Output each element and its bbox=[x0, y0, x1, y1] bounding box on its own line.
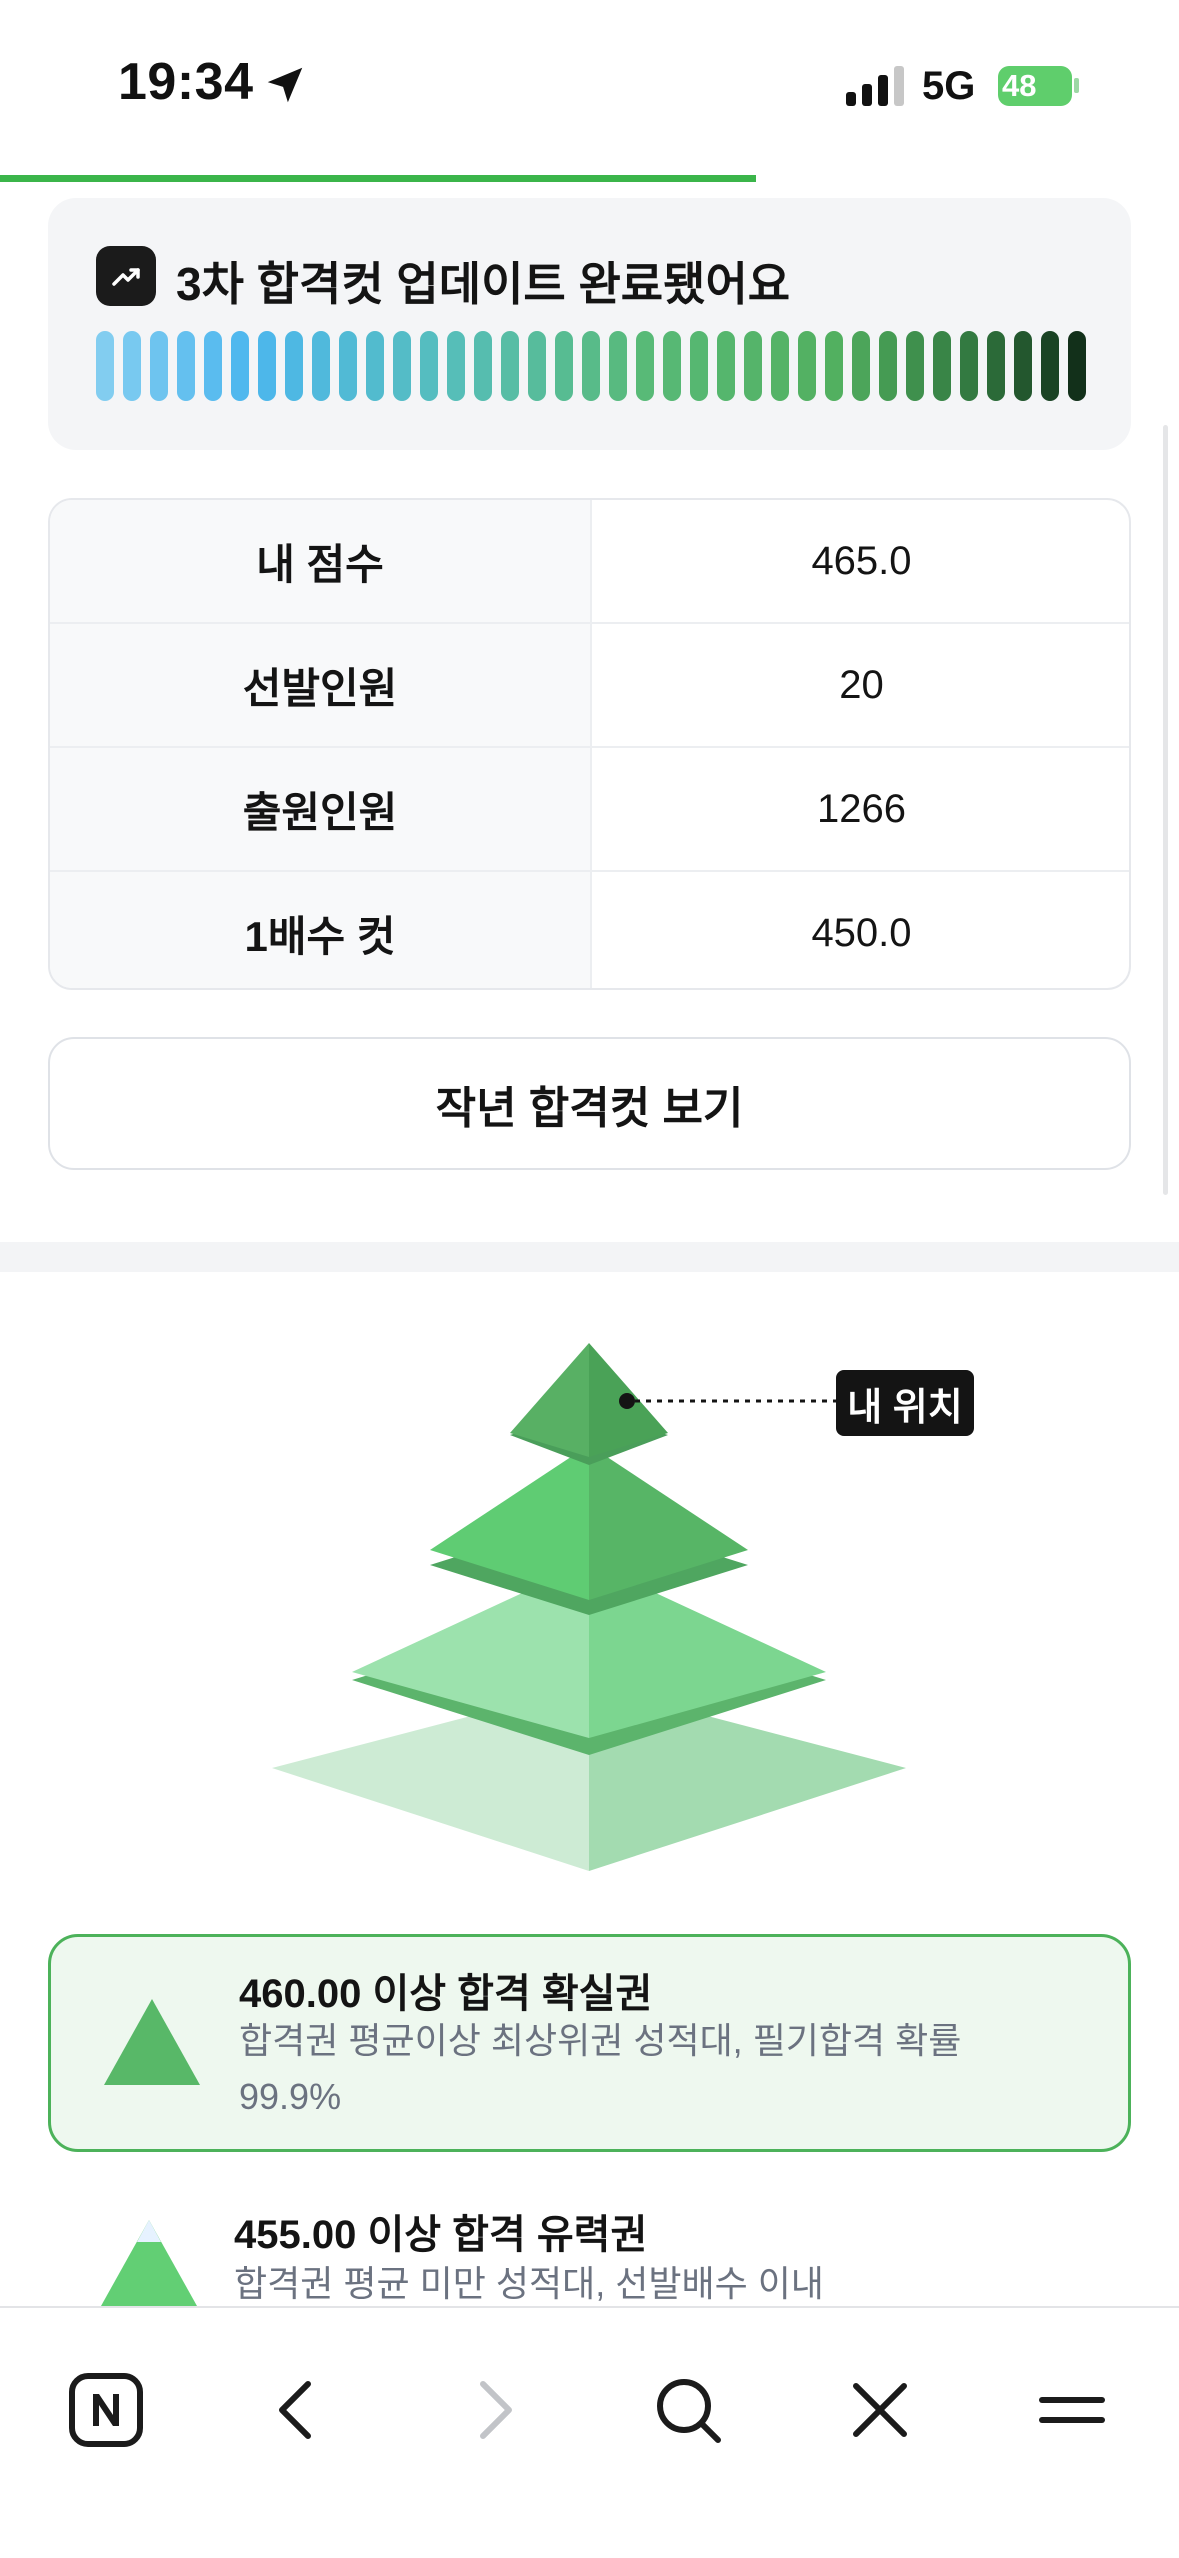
progress-bar-segment bbox=[528, 331, 546, 401]
location-arrow-icon bbox=[267, 67, 303, 103]
cellular-signal-icon bbox=[846, 66, 904, 106]
progress-bar-segment bbox=[177, 331, 195, 401]
prev-year-cutoff-button[interactable]: 작년 합격컷 보기 bbox=[48, 1037, 1131, 1170]
progress-bar-segment bbox=[1014, 331, 1032, 401]
search-icon[interactable] bbox=[648, 2370, 728, 2450]
level-title: 460.00 이상 합격 확실권 bbox=[239, 1972, 653, 2016]
score-info-table: 내 점수 465.0 선발인원 20 출원인원 1266 1배수 컷 450.0 bbox=[48, 498, 1131, 990]
scrollbar[interactable] bbox=[1163, 425, 1168, 1195]
progress-bar-segment bbox=[312, 331, 330, 401]
battery-icon: 48 bbox=[998, 66, 1080, 106]
pyramid-level-1-icon bbox=[104, 1999, 200, 2085]
progress-bar-segment bbox=[690, 331, 708, 401]
level-description: 합격권 평균 미만 성적대, 선발배수 이내 bbox=[234, 2263, 824, 2304]
network-type: 5G bbox=[922, 64, 976, 108]
my-position-dot bbox=[619, 1393, 635, 1409]
progress-bar-segment bbox=[636, 331, 654, 401]
my-position-label: 내 위치 bbox=[836, 1370, 974, 1436]
progress-bar-segment bbox=[339, 331, 357, 401]
level-title: 455.00 이상 합격 유력권 bbox=[234, 2213, 648, 2257]
battery-level: 48 bbox=[1002, 68, 1037, 103]
progress-bar-segment bbox=[204, 331, 222, 401]
level-description: 합격권 평균이상 최상위권 성적대, 필기합격 확률 99.9% bbox=[239, 2020, 962, 2117]
row-label: 1배수 컷 bbox=[50, 872, 590, 988]
row-label: 내 점수 bbox=[50, 500, 590, 622]
menu-icon[interactable] bbox=[1032, 2370, 1112, 2450]
progress-bar-segment bbox=[609, 331, 627, 401]
naver-home-icon[interactable] bbox=[66, 2370, 146, 2450]
row-value: 465.0 bbox=[811, 538, 912, 583]
progress-bar-segment bbox=[123, 331, 141, 401]
progress-bar-segment bbox=[582, 331, 600, 401]
back-icon[interactable] bbox=[258, 2370, 338, 2450]
status-time: 19:34 bbox=[118, 53, 254, 111]
progress-bar-segment bbox=[555, 331, 573, 401]
browser-toolbar bbox=[0, 2306, 1179, 2558]
row-value: 450.0 bbox=[811, 910, 912, 955]
progress-bar-segment bbox=[744, 331, 762, 401]
progress-bar-segment bbox=[1068, 331, 1086, 401]
progress-bar-segment bbox=[771, 331, 789, 401]
progress-bar-segment bbox=[447, 331, 465, 401]
trending-up-icon bbox=[96, 246, 156, 306]
row-value: 20 bbox=[839, 662, 884, 707]
progress-bar-segment bbox=[420, 331, 438, 401]
progress-bar-segment bbox=[933, 331, 951, 401]
section-divider bbox=[0, 1242, 1179, 1272]
progress-bar-segment bbox=[231, 331, 249, 401]
progress-bar-segment bbox=[366, 331, 384, 401]
close-icon[interactable] bbox=[840, 2370, 920, 2450]
page-load-progress bbox=[0, 175, 756, 182]
level-card-likely[interactable]: 455.00 이상 합격 유력권 합격권 평균 미만 성적대, 선발배수 이내 bbox=[48, 2190, 1131, 2310]
progress-bar-segment bbox=[987, 331, 1005, 401]
progress-bar-segment bbox=[825, 331, 843, 401]
progress-bar-segment bbox=[150, 331, 168, 401]
progress-bar-segment bbox=[285, 331, 303, 401]
progress-bar-segment bbox=[474, 331, 492, 401]
pyramid-level-2-icon bbox=[101, 2220, 197, 2306]
pyramid-tier-1-left bbox=[510, 1343, 589, 1457]
progress-bar-segment bbox=[798, 331, 816, 401]
row-label: 선발인원 bbox=[50, 624, 590, 746]
progress-bar-segment bbox=[852, 331, 870, 401]
progress-bar-segment bbox=[663, 331, 681, 401]
progress-bar-segment bbox=[501, 331, 519, 401]
update-notice-card: 3차 합격컷 업데이트 완료됐어요 bbox=[48, 198, 1131, 450]
progress-bar-segment bbox=[717, 331, 735, 401]
forward-icon[interactable] bbox=[453, 2370, 533, 2450]
progress-bar-segment bbox=[960, 331, 978, 401]
progress-bar-segment bbox=[96, 331, 114, 401]
row-label: 출원인원 bbox=[50, 748, 590, 870]
progress-bar-segment bbox=[879, 331, 897, 401]
status-bar: 19:34 5G 48 bbox=[0, 0, 1179, 175]
progress-bar-segment bbox=[906, 331, 924, 401]
row-value: 1266 bbox=[817, 786, 906, 831]
progress-bar-segment bbox=[393, 331, 411, 401]
progress-bar-segment bbox=[1041, 331, 1059, 401]
update-title: 3차 합격컷 업데이트 완료됐어요 bbox=[176, 258, 791, 310]
level-card-certain[interactable]: 460.00 이상 합격 확실권 합격권 평균이상 최상위권 성적대, 필기합격… bbox=[48, 1934, 1131, 2152]
progress-bar-segment bbox=[258, 331, 276, 401]
